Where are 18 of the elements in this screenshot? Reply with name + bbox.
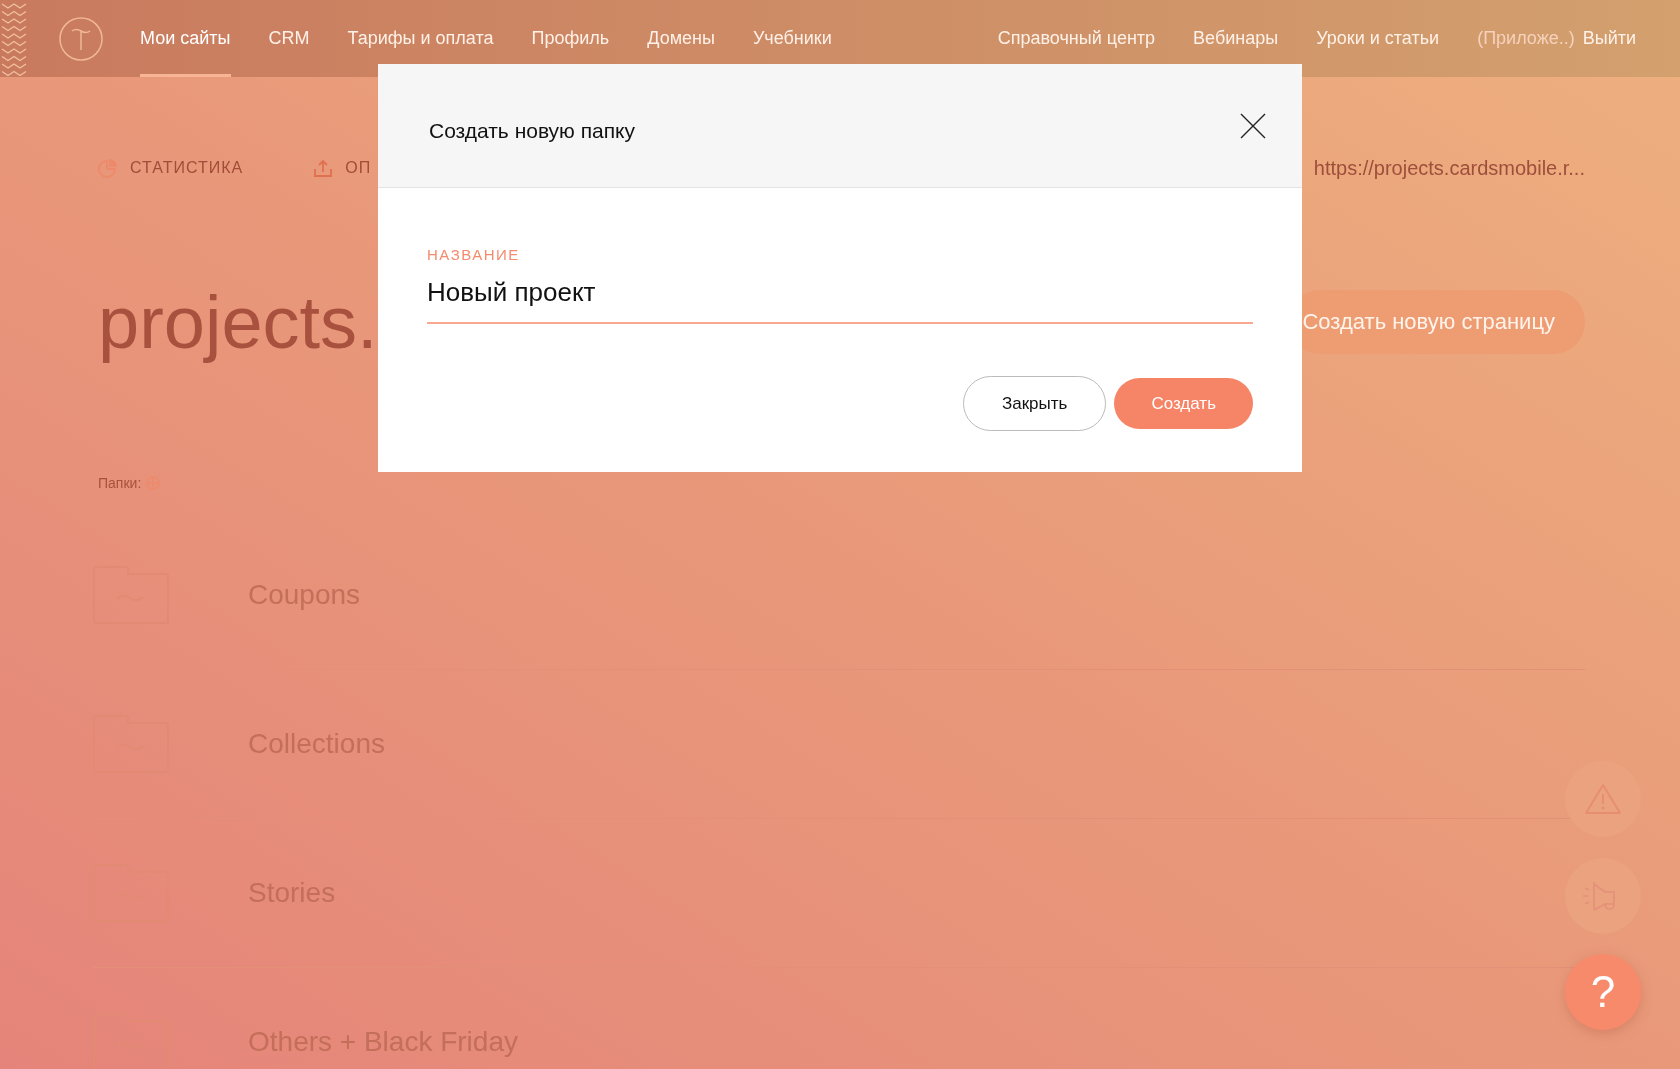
name-input-field[interactable]: Новый проект — [427, 269, 1253, 324]
close-icon[interactable] — [1240, 112, 1266, 139]
upload-icon — [313, 158, 334, 178]
create-button[interactable]: Создать — [1114, 378, 1253, 429]
publish-link[interactable]: ОП — [313, 158, 372, 178]
nav-link[interactable]: Мои сайты — [140, 0, 231, 77]
folders-label: Папки: — [98, 475, 142, 491]
project-title: projects. — [98, 279, 378, 365]
field-label: НАЗВАНИЕ — [427, 246, 521, 263]
site-url[interactable]: https://projects.cardsmobile.r... — [1313, 156, 1585, 180]
logo-icon[interactable] — [58, 15, 104, 62]
dialog-title: Создать новую папку — [429, 118, 636, 143]
close-button[interactable]: Закрыть — [962, 376, 1107, 431]
nav-link[interactable]: Выйти — [1582, 0, 1636, 77]
help-button[interactable]: ? — [1565, 954, 1641, 1030]
nav-link[interactable]: CRM — [268, 0, 310, 77]
statistics-link[interactable]: СТАТИСТИКА — [98, 158, 244, 178]
nav-link[interactable]: Уроки и статьи — [1316, 0, 1440, 77]
